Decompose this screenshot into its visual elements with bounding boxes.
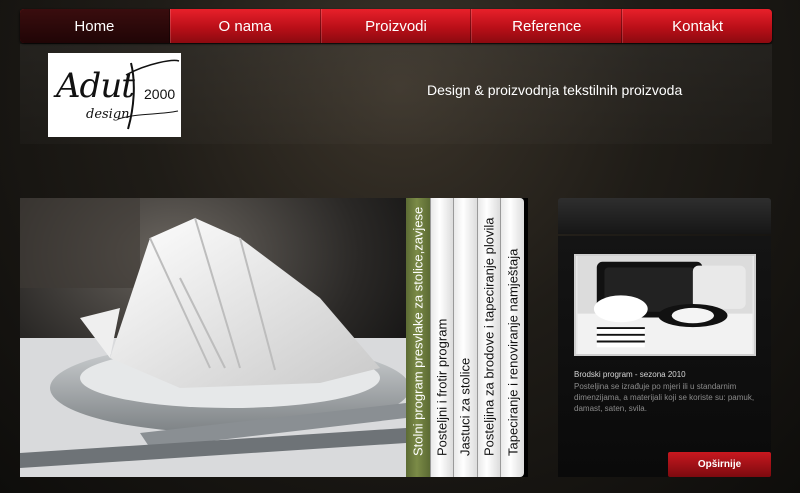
tab-label: Stolni program presvlake za stolice,zavj…	[410, 206, 426, 456]
logo-sub-text: design	[86, 107, 130, 122]
nav-o-nama[interactable]: O nama	[169, 9, 321, 43]
logo[interactable]: Adut design 2000	[48, 53, 181, 137]
slider-tabs: Stolni program presvlake za stolice,zavj…	[406, 198, 528, 477]
nav-o-nama-label: O nama	[218, 17, 272, 35]
more-button-label: Opširnije	[697, 459, 742, 470]
site-tagline: Design & proizvodnja tekstilnih proizvod…	[427, 82, 683, 98]
logo-main-text: Adut	[56, 66, 135, 106]
nav-home[interactable]: Home	[20, 9, 170, 43]
main-nav: Home O nama Proizvodi Reference Kontakt	[20, 9, 772, 43]
tab-jastuci[interactable]: Jastuci za stolice	[453, 198, 477, 477]
more-button[interactable]: Opširnije	[668, 452, 771, 477]
nav-reference[interactable]: Reference	[471, 9, 623, 43]
nav-proizvodi[interactable]: Proizvodi	[320, 9, 472, 43]
side-panel-header	[558, 198, 771, 234]
nav-reference-label: Reference	[512, 17, 582, 35]
tab-label: Posteljina za brodove i tapeciranje plov…	[481, 217, 497, 456]
tab-label: Posteljni i frotir program	[434, 318, 450, 456]
nav-kontakt[interactable]: Kontakt	[622, 9, 772, 43]
product-slider: Stolni program presvlake za stolice,zavj…	[20, 198, 528, 477]
tab-label: Jastuci za stolice	[457, 357, 473, 456]
nav-kontakt-label: Kontakt	[672, 17, 724, 35]
nav-home-label: Home	[74, 17, 115, 35]
tab-stolni-program[interactable]: Stolni program presvlake za stolice,zavj…	[406, 198, 430, 477]
side-item-title: Brodski program - sezona 2010	[574, 370, 686, 379]
tab-posteljina-brodovi[interactable]: Posteljina za brodove i tapeciranje plov…	[476, 198, 501, 477]
slider-photo-napkin	[20, 198, 406, 477]
tab-tapeciranje[interactable]: Tapeciranje i renoviranje namještaja	[500, 198, 524, 477]
tab-label: Tapeciranje i renoviranje namještaja	[505, 248, 521, 456]
side-photo-bedding[interactable]	[574, 254, 756, 356]
side-item-text: Posteljina se izrađuje po mjeri ili u st…	[574, 382, 755, 413]
tab-posteljni-program[interactable]: Posteljni i frotir program	[429, 198, 454, 477]
logo-year: 2000	[144, 86, 176, 102]
nav-proizvodi-label: Proizvodi	[365, 17, 427, 35]
